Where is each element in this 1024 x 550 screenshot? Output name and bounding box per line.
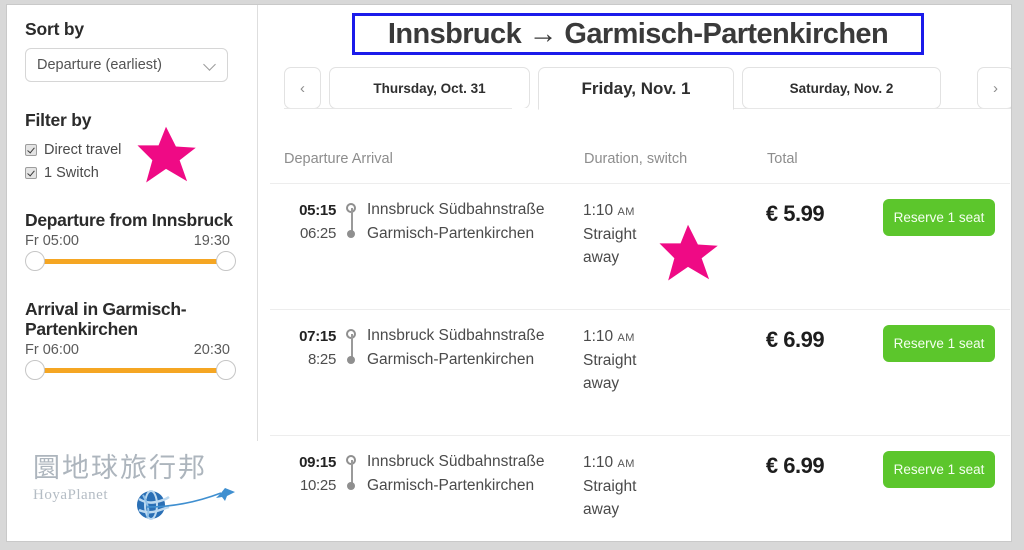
checkbox-checked-icon[interactable] — [25, 167, 37, 180]
slider-rail — [33, 368, 228, 374]
switch-info-line1: Straight — [583, 351, 637, 369]
duration-value: 1:10 — [583, 454, 614, 471]
tab-date-saturday[interactable]: Saturday, Nov. 2 — [742, 67, 941, 109]
destination-station: Garmisch-Partenkirchen — [367, 476, 535, 494]
date-tabs: ‹ Thursday, Oct. 31 Friday, Nov. 1 Satur… — [284, 67, 1011, 110]
arrival-time-filter: Arrival in Garmisch-Partenkirchen Fr 06:… — [25, 299, 239, 383]
tab-date-friday-active[interactable]: Friday, Nov. 1 — [538, 67, 734, 110]
arrival-time: 06:25 — [299, 224, 336, 242]
destination-station: Garmisch-Partenkirchen — [367, 224, 535, 242]
chevron-left-icon[interactable]: ‹ — [284, 67, 321, 109]
results-panel: Innsbruck → Garmisch-Partenkirchen ‹ Thu… — [258, 5, 1011, 541]
table-row[interactable]: 07:15 8:25 Innsbruck Südbahnstraße Garmi… — [270, 310, 1010, 436]
departure-slider-values: Fr 05:00 19:30 — [25, 233, 230, 249]
trip-stations: Innsbruck Südbahnstraße Garmisch-Partenk… — [367, 324, 545, 371]
departure-slider-max-label: 19:30 — [193, 232, 230, 249]
trip-duration: 1:10 AM Straight away — [583, 199, 653, 270]
sort-by-heading: Sort by — [25, 19, 84, 39]
tab-date-thursday[interactable]: Thursday, Oct. 31 — [329, 67, 530, 109]
duration-unit: AM — [617, 458, 635, 470]
departure-range-slider[interactable] — [25, 250, 236, 273]
trip-times: 09:15 10:25 — [284, 452, 336, 497]
chevron-down-icon — [205, 60, 216, 71]
table-header-row: Departure Arrival Duration, switch Total — [270, 145, 1010, 184]
arrival-slider-heading: Arrival in Garmisch-Partenkirchen — [25, 298, 187, 340]
trip-stations: Innsbruck Südbahnstraße Garmisch-Partenk… — [367, 450, 545, 497]
reserve-seat-button[interactable]: Reserve 1 seat — [883, 325, 995, 362]
switch-info-line2: away — [583, 375, 620, 393]
destination-dot-icon — [347, 482, 355, 490]
results-table: Departure Arrival Duration, switch Total… — [270, 145, 1010, 541]
app-window: Sort by Departure (earliest) Filter by D… — [6, 4, 1012, 542]
departure-slider-heading: Departure from Innsbruck — [25, 209, 233, 230]
slider-handle-max[interactable] — [216, 360, 236, 381]
filters-sidebar: Sort by Departure (earliest) Filter by D… — [7, 5, 257, 541]
column-header-total: Total — [767, 151, 798, 167]
filter-option-direct-travel[interactable]: Direct travel — [25, 140, 239, 161]
arrival-time: 10:25 — [299, 476, 336, 494]
trip-price: € 6.99 — [765, 327, 825, 352]
filter-option-label: Direct travel — [44, 142, 122, 159]
route-timeline-icon — [346, 329, 358, 369]
route-timeline-icon — [346, 455, 358, 495]
origin-station: Innsbruck Südbahnstraße — [367, 453, 545, 470]
departure-time: 05:15 — [299, 202, 336, 219]
table-row[interactable]: 05:15 06:25 Innsbruck Südbahnstraße Garm… — [270, 184, 1010, 310]
trip-times: 05:15 06:25 — [284, 200, 336, 245]
filter-by-group: Filter by Direct travel 1 Switch — [25, 110, 239, 183]
trip-price: € 5.99 — [765, 201, 825, 226]
departure-time-filter: Departure from Innsbruck Fr 05:00 19:30 — [25, 210, 239, 273]
slider-handle-min[interactable] — [25, 360, 45, 381]
checkbox-checked-icon[interactable] — [25, 144, 37, 157]
destination-station: Garmisch-Partenkirchen — [367, 350, 535, 368]
arrival-time: 8:25 — [308, 350, 336, 368]
duration-value: 1:10 — [583, 202, 614, 219]
switch-info-line2: away — [583, 249, 620, 267]
arrival-slider-values: Fr 06:00 20:30 — [25, 342, 230, 358]
trip-price: € 6.99 — [765, 453, 825, 478]
duration-value: 1:10 — [583, 328, 614, 345]
arrival-slider-max-label: 20:30 — [193, 342, 230, 359]
slider-handle-max[interactable] — [216, 250, 236, 271]
arrival-slider-min-label: Fr 06:00 — [25, 342, 79, 359]
switch-info-line2: away — [583, 501, 620, 519]
filter-option-label: 1 Switch — [44, 165, 99, 182]
route-timeline-icon — [346, 203, 358, 243]
switch-info-line1: Straight — [583, 477, 637, 495]
origin-station: Innsbruck Südbahnstraße — [367, 201, 545, 218]
column-header-duration-switch: Duration, switch — [584, 151, 688, 167]
slider-rail — [33, 258, 228, 264]
trip-duration: 1:10 AM Straight away — [583, 325, 653, 396]
duration-unit: AM — [617, 332, 635, 344]
column-header-departure-arrival: Departure Arrival — [284, 151, 393, 167]
chevron-right-icon[interactable]: › — [977, 67, 1011, 109]
sort-by-selected-value: Departure (earliest) — [37, 57, 162, 74]
arrival-range-slider[interactable] — [25, 360, 236, 382]
sort-by-select[interactable]: Departure (earliest) — [25, 48, 228, 83]
filter-option-one-switch[interactable]: 1 Switch — [25, 163, 239, 184]
route-title-annotation-box: Innsbruck → Garmisch-Partenkirchen — [352, 13, 924, 55]
table-row[interactable]: 09:15 10:25 Innsbruck Südbahnstraße Garm… — [270, 436, 1010, 541]
page-title: Innsbruck → Garmisch-Partenkirchen — [387, 17, 889, 50]
switch-info-line1: Straight — [583, 225, 637, 243]
trip-duration: 1:10 AM Straight away — [583, 451, 653, 522]
departure-time: 07:15 — [299, 328, 336, 345]
destination-dot-icon — [347, 356, 355, 364]
departure-slider-min-label: Fr 05:00 — [25, 232, 79, 249]
departure-time: 09:15 — [299, 454, 336, 471]
destination-dot-icon — [347, 230, 355, 238]
slider-handle-min[interactable] — [25, 250, 45, 271]
filter-by-heading: Filter by — [25, 110, 92, 131]
duration-unit: AM — [617, 206, 635, 218]
trip-stations: Innsbruck Südbahnstraße Garmisch-Partenk… — [367, 198, 545, 245]
reserve-seat-button[interactable]: Reserve 1 seat — [883, 451, 995, 488]
trip-times: 07:15 8:25 — [284, 326, 336, 371]
reserve-seat-button[interactable]: Reserve 1 seat — [883, 199, 995, 236]
origin-station: Innsbruck Südbahnstraße — [367, 327, 545, 344]
